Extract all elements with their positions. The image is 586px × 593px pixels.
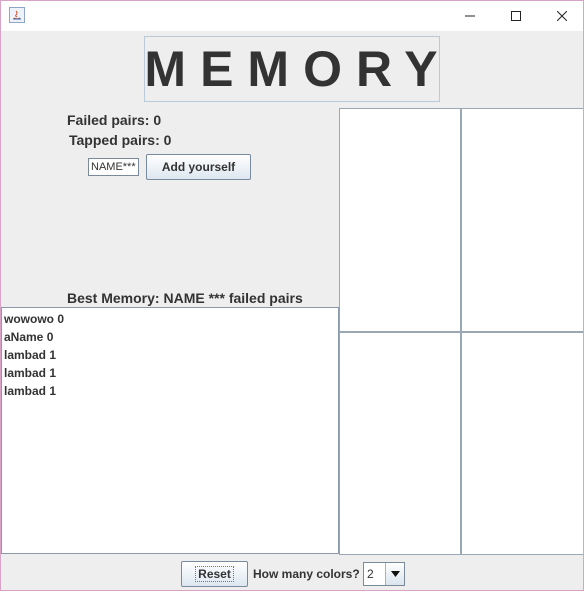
name-input[interactable]: NAME*** [88, 158, 139, 176]
chevron-down-icon[interactable] [385, 563, 404, 585]
colors-label: How many colors? [253, 567, 360, 581]
minimize-button[interactable] [447, 1, 493, 31]
maximize-button[interactable] [493, 1, 539, 31]
memory-card[interactable] [339, 108, 461, 332]
game-title: MEMORY [144, 36, 440, 102]
java-icon [9, 7, 25, 23]
close-icon [557, 11, 567, 21]
score-list[interactable]: wowowo 0 aName 0 lambad 1 lambad 1 lamba… [1, 307, 339, 554]
list-item[interactable]: wowowo 0 [4, 310, 336, 328]
minimize-icon [465, 15, 475, 17]
colors-select-value: 2 [367, 567, 374, 581]
app-window: MEMORY Failed pairs: 0 Tapped pairs: 0 N… [0, 0, 584, 591]
memory-card[interactable] [461, 332, 583, 555]
tapped-pairs-label: Tapped pairs: 0 [69, 132, 172, 148]
list-item[interactable]: lambad 1 [4, 364, 336, 382]
memory-card[interactable] [461, 108, 583, 332]
best-memory-label: Best Memory: NAME *** failed pairs [67, 290, 303, 306]
list-item[interactable]: lambad 1 [4, 346, 336, 364]
list-item[interactable]: lambad 1 [4, 382, 336, 400]
list-item[interactable]: aName 0 [4, 328, 336, 346]
close-button[interactable] [539, 1, 583, 31]
colors-select[interactable]: 2 [363, 562, 405, 586]
add-yourself-button[interactable]: Add yourself [146, 154, 251, 180]
memory-card[interactable] [339, 332, 461, 555]
reset-button-label: Reset [195, 566, 234, 582]
title-bar [1, 1, 583, 31]
maximize-icon [511, 11, 521, 21]
reset-button[interactable]: Reset [181, 561, 248, 587]
failed-pairs-label: Failed pairs: 0 [67, 112, 162, 128]
